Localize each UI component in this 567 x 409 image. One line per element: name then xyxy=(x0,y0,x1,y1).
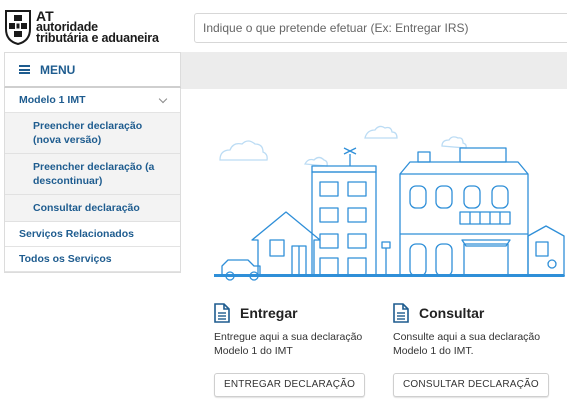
sidebar-subitem-consultar[interactable]: Consultar declaração xyxy=(5,195,180,222)
card-description: Entregue aqui a sua declaração Modelo 1 … xyxy=(214,331,363,357)
menu-label: MENU xyxy=(40,62,76,77)
card-description: Consulte aqui a sua declaração Modelo 1 … xyxy=(393,331,541,357)
consultar-declaracao-button[interactable]: CONSULTAR DECLARAÇÃO xyxy=(393,373,549,397)
top-grey-bar xyxy=(180,52,567,89)
sidebar-item-label: Modelo 1 IMT xyxy=(19,94,86,106)
card-title: Consultar xyxy=(419,305,485,321)
card-entregar: Entregar Entregue aqui a sua declaração … xyxy=(214,303,374,397)
logo-line-2: tributária e aduaneira xyxy=(36,30,159,45)
document-icon xyxy=(214,303,230,323)
at-logo[interactable]: AT autoridade tributária e aduaneira xyxy=(4,6,184,48)
sidebar: Modelo 1 IMT Preencher declaração (nova … xyxy=(4,88,181,273)
sidebar-item-servicos-relacionados[interactable]: Serviços Relacionados xyxy=(5,222,180,247)
hamburger-icon xyxy=(19,65,30,74)
search-input[interactable] xyxy=(194,13,567,43)
card-consultar: Consultar Consulte aqui a sua declaração… xyxy=(393,303,553,397)
portuguese-shield-icon xyxy=(5,10,31,45)
sidebar-item-label: Serviços Relacionados xyxy=(19,228,134,240)
sidebar-subitem-preencher-nova[interactable]: Preencher declaração (nova versão) xyxy=(5,113,180,154)
buildings-illustration xyxy=(214,125,565,281)
chevron-down-icon xyxy=(158,94,168,103)
menu-toggle[interactable]: MENU xyxy=(4,52,181,88)
document-icon xyxy=(393,303,409,323)
sidebar-item-todos-servicos[interactable]: Todos os Serviços xyxy=(5,247,180,272)
entregar-declaracao-button[interactable]: ENTREGAR DECLARAÇÃO xyxy=(214,373,366,397)
sidebar-item-label: Todos os Serviços xyxy=(19,253,112,265)
card-title: Entregar xyxy=(240,305,298,321)
sidebar-item-modelo-1-imt[interactable]: Modelo 1 IMT xyxy=(5,88,180,113)
sidebar-subitem-preencher-descontinuar[interactable]: Preencher declaração (a descontinuar) xyxy=(5,154,180,195)
